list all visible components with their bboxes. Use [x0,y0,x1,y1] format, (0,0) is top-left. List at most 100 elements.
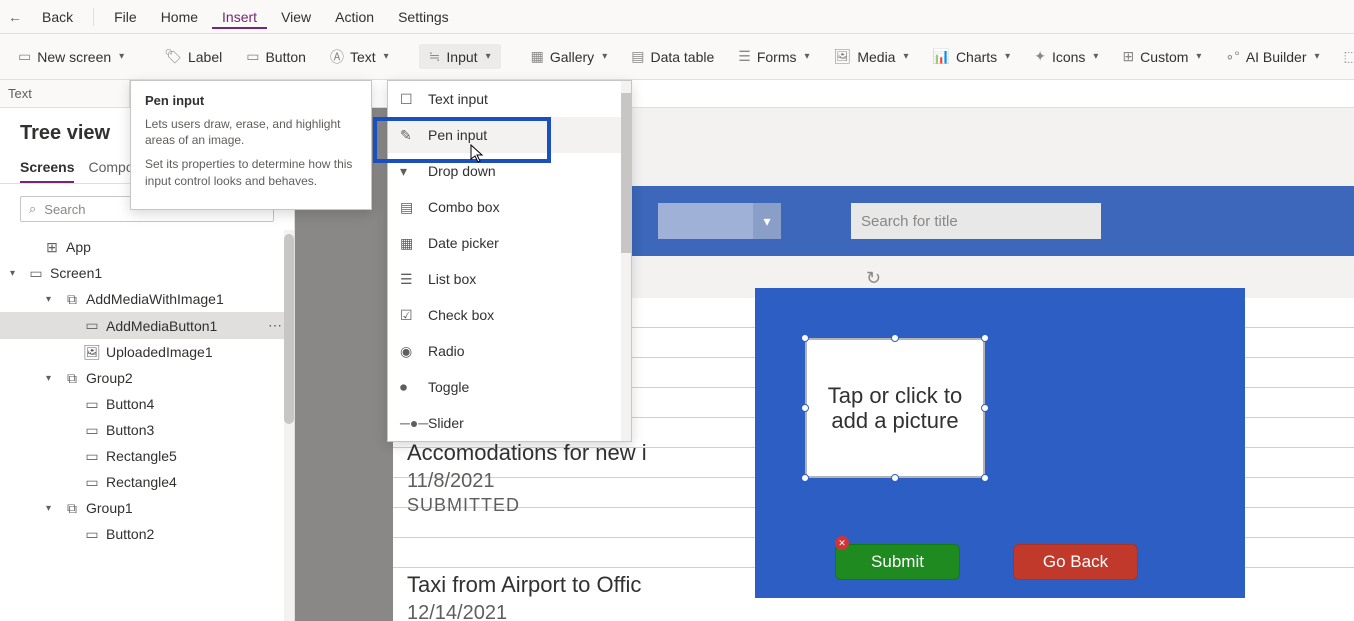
tree-list: ⊞ App ▾ ▭ Screen1 ▾ ⧉ AddMediaWithImage1… [0,234,294,621]
ribbon: ▭ New screen ▾ 🏷 Label ▭ Button Ⓐ Text ▾… [0,34,1354,80]
back-arrow-icon[interactable]: ← [8,9,22,25]
add-picture-selection[interactable]: Tap or click to add a picture [805,338,985,478]
ai-builder-button[interactable]: ∘° AI Builder ▾ [1215,44,1329,69]
date-picker-icon: ▦ [400,235,416,252]
media-icon: 🖼 [834,48,852,65]
app-icon: ⊞ [44,240,60,254]
tree-button2[interactable]: ▭ Button2 [0,521,294,547]
menu-home[interactable]: Home [151,5,208,29]
data-table-button[interactable]: ▤ Data table [621,44,724,69]
custom-button[interactable]: ⊞ Custom ▾ [1112,44,1211,69]
dropdown[interactable]: ▾ [658,203,781,239]
mouse-cursor-icon [470,144,484,164]
input-menu-scrollbar[interactable] [621,81,631,441]
tree-addmediabutton1[interactable]: ▭ AddMediaButton1 ⋯ [0,312,294,339]
menu-check-box[interactable]: ☑Check box [388,297,631,333]
menu-view[interactable]: View [271,5,321,29]
chevron-down-icon: ▾ [119,51,124,62]
radio-icon: ◉ [400,343,416,360]
media-panel[interactable]: Tap or click to add a picture ✕ Submit G… [755,288,1245,598]
menu-slider[interactable]: ─●─Slider [388,405,631,441]
resize-handle[interactable] [981,404,989,412]
tree-screen1[interactable]: ▾ ▭ Screen1 [0,260,294,286]
menu-list-box[interactable]: ☰List box [388,261,631,297]
tree-item-label: Rectangle4 [106,474,177,490]
list-item-2[interactable]: Taxi from Airport to Offic 12/14/2021 [407,572,641,621]
resize-handle[interactable] [801,334,809,342]
resize-handle[interactable] [801,474,809,482]
chevron-down-icon: ▾ [1005,51,1010,62]
tree-item-label: Button4 [106,396,154,412]
add-picture-box[interactable]: Tap or click to add a picture [805,338,985,478]
input-label: Input [446,49,477,65]
tree-item-label: Button3 [106,422,154,438]
search-title-input[interactable]: Search for title [851,203,1101,239]
menu-toggle[interactable]: ⏺Toggle [388,369,631,405]
tree-app[interactable]: ⊞ App [0,234,294,260]
resize-handle[interactable] [891,474,899,482]
error-icon[interactable]: ✕ [835,536,849,550]
back-link[interactable]: Back [32,5,83,29]
label-button[interactable]: 🏷 Label [154,44,232,69]
media-label: Media [857,49,895,65]
forms-button[interactable]: ☰ Forms ▾ [728,44,819,69]
ai-builder-label: AI Builder [1246,49,1307,65]
charts-button[interactable]: 📊 Charts ▾ [923,44,1021,69]
go-back-button[interactable]: Go Back [1013,544,1138,580]
menu-drop-down[interactable]: ▾Drop down [388,153,631,189]
tree-scrollbar[interactable] [284,230,294,621]
menu-radio[interactable]: ◉Radio [388,333,631,369]
tree-rectangle4[interactable]: ▭ Rectangle4 [0,469,294,495]
menu-combo-box[interactable]: ▤Combo box [388,189,631,225]
tree-rectangle5[interactable]: ▭ Rectangle5 [0,443,294,469]
resize-handle[interactable] [981,334,989,342]
menu-file[interactable]: File [104,5,147,29]
menu-text-input[interactable]: ☐Text input [388,81,631,117]
icons-icon: ✦ [1034,48,1046,65]
media-button[interactable]: 🖼 Media ▾ [824,44,919,69]
button-icon: ▭ [84,527,100,541]
resize-handle[interactable] [891,334,899,342]
tree-addmediawithimage1[interactable]: ▾ ⧉ AddMediaWithImage1 [0,286,294,312]
icons-button[interactable]: ✦ Icons ▾ [1024,44,1108,69]
text-button[interactable]: Ⓐ Text ▾ [320,43,399,71]
input-button[interactable]: ≒ Input ▾ [419,44,501,69]
tree-button4[interactable]: ▭ Button4 [0,391,294,417]
combo-box-icon: ▤ [400,199,416,216]
tooltip-description-2: Set its properties to determine how this… [145,156,357,188]
reload-icon[interactable]: ↻ [866,268,881,289]
item-title: Accomodations for new i [407,440,647,466]
new-screen-button[interactable]: ▭ New screen ▾ [8,44,134,69]
more-icon[interactable]: ⋯ [268,317,284,334]
text-icon: Ⓐ [330,47,344,67]
list-item-1[interactable]: Accomodations for new i 11/8/2021 SUBMIT… [407,440,647,516]
mixed-reality-button[interactable]: ⬚ M [1334,44,1354,69]
chevron-down-icon: ▾ [602,51,607,62]
button-button[interactable]: ▭ Button [236,44,316,69]
tree-button3[interactable]: ▭ Button3 [0,417,294,443]
menu-pen-input[interactable]: ✎Pen input [388,117,631,153]
item-title: Taxi from Airport to Offic [407,572,641,598]
tree-item-label: Group1 [86,500,133,516]
property-selector[interactable]: Text [0,80,130,107]
chevron-down-icon: ▾ [1315,51,1320,62]
tree-group2[interactable]: ▾ ⧉ Group2 [0,365,294,391]
tree-uploadedimage1[interactable]: 🖼 UploadedImage1 [0,339,294,365]
menu-action[interactable]: Action [325,5,384,29]
button-icon: ▭ [84,397,100,411]
tree-item-label: Group2 [86,370,133,386]
charts-label: Charts [956,49,997,65]
menu-insert[interactable]: Insert [212,5,267,29]
menu-date-picker[interactable]: ▦Date picker [388,225,631,261]
tab-screens[interactable]: Screens [20,153,74,183]
resize-handle[interactable] [801,404,809,412]
menu-settings[interactable]: Settings [388,5,459,29]
tree-group1[interactable]: ▾ ⧉ Group1 [0,495,294,521]
list-box-icon: ☰ [400,271,416,288]
rectangle-icon: ▭ [84,475,100,489]
resize-handle[interactable] [981,474,989,482]
gallery-button[interactable]: ▦ Gallery ▾ [521,44,618,69]
submit-button[interactable]: Submit [835,544,960,580]
tooltip-pen-input: Pen input Lets users draw, erase, and hi… [130,80,372,210]
tree-item-label: AddMediaButton1 [106,318,217,334]
